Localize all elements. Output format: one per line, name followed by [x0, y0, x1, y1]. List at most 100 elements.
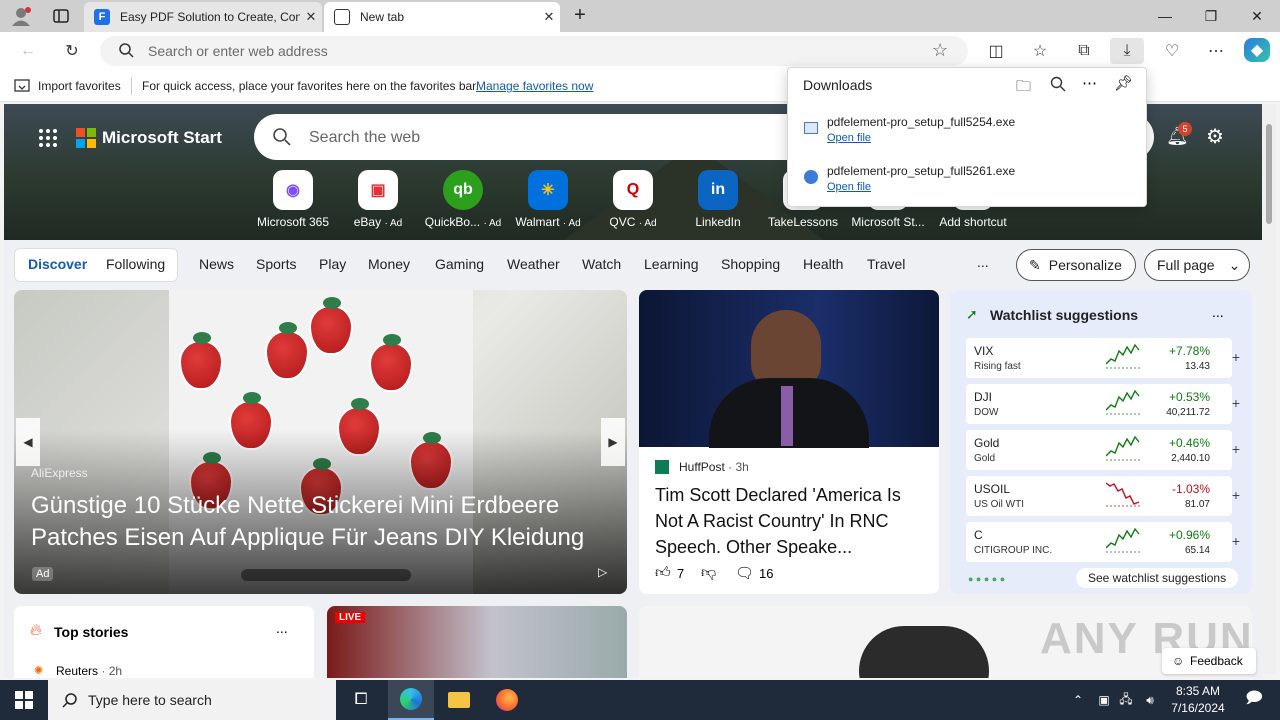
feedback-button[interactable]: ☺ Feedback — [1162, 648, 1256, 674]
open-file-link[interactable]: Open file — [827, 181, 871, 193]
carousel-dots[interactable] — [241, 569, 411, 581]
profile-icon[interactable] — [10, 6, 32, 26]
address-bar[interactable]: ☆ — [100, 36, 968, 66]
tab-discover[interactable]: Discover — [28, 256, 87, 272]
import-favorites-button[interactable]: Import favorites — [38, 79, 121, 93]
nav-news[interactable]: News — [199, 256, 234, 272]
open-file-link[interactable]: Open file — [827, 132, 871, 144]
address-input[interactable] — [148, 42, 908, 60]
watchlist-row[interactable]: C CITIGROUP INC. +0.96% 65.14 + — [966, 522, 1240, 562]
feedback-icon: ☺ — [1172, 654, 1185, 668]
back-icon[interactable]: ← — [14, 38, 42, 64]
live-video-card[interactable]: LIVE — [327, 606, 627, 678]
watchlist-more-button[interactable]: ... — [1212, 304, 1224, 320]
close-tab-icon[interactable]: ✕ — [300, 9, 322, 25]
nav-learning[interactable]: Learning — [644, 256, 699, 272]
layout-dropdown[interactable]: Full page ⌄ — [1144, 249, 1250, 281]
tab-pdfelement[interactable]: F Easy PDF Solution to Create, Con ✕ — [84, 2, 322, 32]
nav-weather[interactable]: Weather — [507, 256, 560, 272]
watchlist-row[interactable]: USOIL US Oil WTI -1.03% 81.07 + — [966, 476, 1240, 516]
close-tab-icon[interactable]: ✕ — [538, 9, 560, 25]
browser-essentials-icon[interactable]: ♡ — [1158, 38, 1186, 64]
volume-icon[interactable]: 🔊︎ — [1140, 680, 1160, 720]
nav-money[interactable]: Money — [368, 256, 410, 272]
tab-actions-icon[interactable] — [52, 7, 70, 25]
nav-play[interactable]: Play — [319, 256, 346, 272]
firefox-icon[interactable] — [484, 680, 530, 720]
task-view-icon[interactable]: ⧠ — [338, 680, 384, 720]
show-hidden-icons[interactable]: ⌃ — [1068, 680, 1088, 720]
shortcut-microsoft-365[interactable]: ◉ Microsoft 365 — [252, 170, 334, 229]
copilot-icon[interactable]: ◆ — [1244, 38, 1270, 62]
manage-favorites-link[interactable]: Manage favorites now — [476, 79, 593, 93]
watchlist-dots[interactable]: ● ● ● ● ● — [968, 574, 1005, 584]
shortcut-ebay[interactable]: ▣ eBay · Ad — [337, 170, 419, 229]
nav-more[interactable]: ... — [977, 254, 989, 270]
tab-following[interactable]: Following — [106, 256, 165, 272]
favorites-icon[interactable]: ☆ — [1026, 38, 1054, 64]
add-to-watchlist-icon[interactable]: + — [1228, 442, 1244, 458]
page-scrollbar[interactable] — [1262, 104, 1276, 674]
download-item[interactable]: pdfelement-pro_setup_full5254.exe Open f… — [788, 108, 1146, 154]
top-stories-more[interactable]: ... — [276, 620, 288, 636]
shortcut-label: eBay · Ad — [353, 215, 403, 229]
open-folder-icon[interactable]: 🗀︎ — [1016, 76, 1031, 101]
close-window-button[interactable]: ✕ — [1234, 0, 1280, 32]
search-downloads-icon[interactable] — [1050, 76, 1066, 97]
network-icon[interactable]: 🖧︎ — [1116, 680, 1136, 720]
news-headline[interactable]: Tim Scott Declared 'America Is Not A Rac… — [655, 482, 927, 560]
notifications-icon[interactable]: 🗩︎ — [1234, 680, 1274, 720]
nav-gaming[interactable]: Gaming — [435, 256, 484, 272]
refresh-icon[interactable]: ↻ — [58, 38, 86, 64]
add-to-watchlist-icon[interactable]: + — [1228, 488, 1244, 504]
ticker-symbol: Gold — [974, 436, 1000, 450]
nav-shopping[interactable]: Shopping — [721, 256, 780, 272]
taskbar-search-box[interactable]: Type here to search — [48, 680, 336, 720]
ad-carousel-card[interactable]: ◀ ▶ AliExpress Günstige 10 Stücke Nette … — [14, 290, 627, 594]
favorite-star-icon[interactable]: ☆ — [932, 40, 948, 61]
add-to-watchlist-icon[interactable]: + — [1228, 396, 1244, 412]
like-icon[interactable]: 👍︎ — [655, 564, 671, 582]
minimize-button[interactable]: — — [1142, 0, 1188, 32]
collections-icon[interactable]: ⧉ — [1070, 38, 1098, 64]
shortcut-quickbooks[interactable]: qb QuickBo... · Ad — [422, 170, 504, 229]
watchlist-row[interactable]: VIX Rising fast +7.78% 13.43 + — [966, 338, 1240, 378]
ad-choices-icon[interactable]: ▷ — [598, 565, 607, 579]
shortcut-walmart[interactable]: ✳ Walmart · Ad — [507, 170, 589, 229]
file-explorer-icon[interactable] — [436, 680, 482, 720]
start-button[interactable] — [0, 680, 48, 720]
system-tray-device-icon[interactable]: ▣ — [1094, 680, 1114, 720]
ticker-subtitle: DOW — [974, 407, 999, 418]
news-card[interactable]: HuffPost · 3h Tim Scott Declared 'Americ… — [639, 290, 939, 594]
clock[interactable]: 8:35 AM 7/16/2024 — [1162, 683, 1234, 717]
nav-health[interactable]: Health — [803, 256, 843, 272]
page-settings-icon[interactable]: ⚙ — [1206, 124, 1224, 149]
new-tab-button[interactable]: + — [568, 4, 592, 28]
nav-watch[interactable]: Watch — [582, 256, 621, 272]
settings-more-icon[interactable]: ⋯ — [1202, 38, 1230, 64]
more-options-icon[interactable]: ⋯ — [1082, 74, 1097, 92]
carousel-prev-button[interactable]: ◀ — [16, 418, 40, 466]
nav-sports[interactable]: Sports — [256, 256, 296, 272]
dislike-icon[interactable]: 👎︎ — [701, 564, 716, 582]
watchlist-row[interactable]: DJI DOW +0.53% 40,211.72 + — [966, 384, 1240, 424]
downloads-icon[interactable]: ⤓ — [1110, 38, 1144, 64]
ad-headline[interactable]: Günstige 10 Stücke Nette Stickerei Mini … — [31, 490, 601, 554]
add-to-watchlist-icon[interactable]: + — [1228, 350, 1244, 366]
carousel-next-button[interactable]: ▶ — [601, 418, 625, 466]
comment-icon[interactable]: 🗨︎ — [735, 564, 754, 582]
split-screen-icon[interactable]: ◫ — [982, 38, 1010, 64]
see-watchlist-button[interactable]: See watchlist suggestions — [1076, 568, 1239, 588]
nav-travel[interactable]: Travel — [867, 256, 905, 272]
add-to-watchlist-icon[interactable]: + — [1228, 534, 1244, 550]
tab-new-tab[interactable]: New tab ✕ — [324, 2, 560, 32]
watchlist-row[interactable]: Gold Gold +0.46% 2,440.10 + — [966, 430, 1240, 470]
edge-taskbar-icon[interactable] — [388, 680, 434, 720]
personalize-button[interactable]: ✎ Personalize — [1016, 249, 1136, 281]
download-item[interactable]: pdfelement-pro_setup_full5261.exe Open f… — [788, 158, 1146, 204]
restore-button[interactable]: ❐ — [1188, 0, 1234, 32]
shortcut-qvc[interactable]: Q QVC · Ad — [592, 170, 674, 229]
shortcut-linkedin[interactable]: in LinkedIn — [677, 170, 759, 229]
apps-grid-icon[interactable] — [38, 128, 58, 153]
pin-icon[interactable]: 📌︎ — [1114, 74, 1133, 92]
